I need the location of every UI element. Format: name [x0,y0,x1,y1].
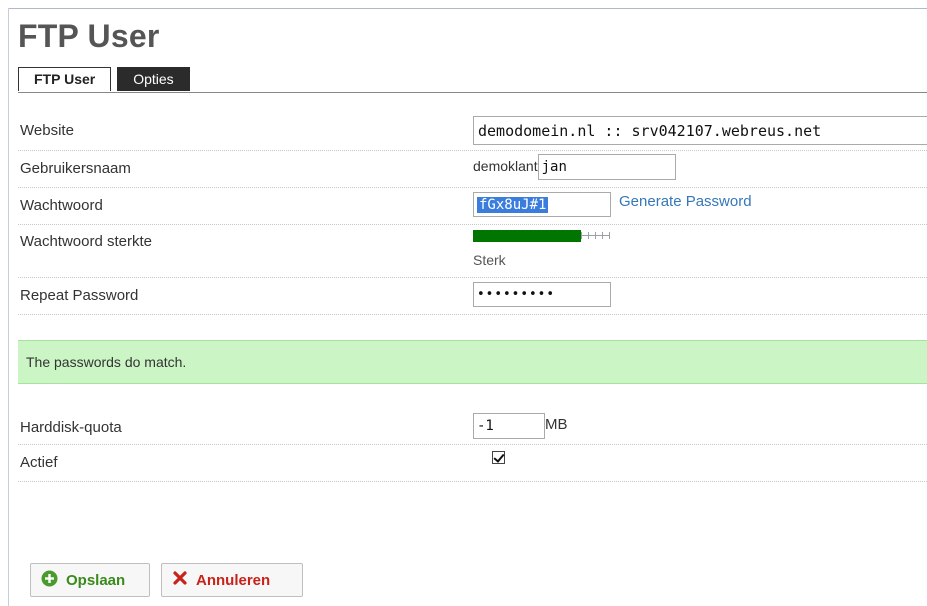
active-row: Actief [18,445,927,482]
page-title: FTP User [18,18,160,54]
cancel-button[interactable]: Annuleren [161,563,303,597]
save-button[interactable]: Opslaan [30,563,150,597]
generate-password-link[interactable]: Generate Password [619,193,752,210]
website-row: Website [18,114,927,151]
password-value: fGx8uJ#1 [477,196,549,213]
save-label: Opslaan [66,571,126,589]
repeat-password-label: Repeat Password [20,287,139,304]
tab-divider [18,92,927,93]
website-select[interactable] [473,116,927,145]
password-match-message: The passwords do match. [18,340,927,384]
strength-bar-remainder [581,232,610,239]
strength-bar [473,230,581,242]
quota-row: Harddisk-quota MB [18,410,927,445]
active-checkbox[interactable] [492,451,505,464]
tab-ftp-user[interactable]: FTP User [18,67,112,91]
plus-circle-icon [41,570,58,591]
strength-row: Wachtwoord sterkte Sterk [18,225,927,278]
username-label: Gebruikersnaam [20,160,131,177]
strength-text: Sterk [473,252,506,268]
frame-border-top [8,8,927,9]
quota-unit: MB [545,416,568,433]
password-row: Wachtwoord fGx8uJ#1 Generate Password [18,188,927,225]
tab-bar: FTP User Opties [18,67,190,92]
username-prefix: demoklant [473,158,538,174]
quota-input[interactable] [473,413,545,439]
tab-opties[interactable]: Opties [117,67,190,91]
repeat-password-row: Repeat Password ••••••••• [18,278,927,315]
repeat-password-input[interactable]: ••••••••• [473,282,611,307]
username-row: Gebruikersnaam demoklant [18,151,927,188]
password-label: Wachtwoord [20,197,103,214]
frame-border-left [8,8,9,606]
match-text: The passwords do match. [26,354,187,370]
cancel-label: Annuleren [196,571,271,589]
quota-label: Harddisk-quota [20,419,122,436]
strength-label: Wachtwoord sterkte [20,233,152,250]
password-input[interactable]: fGx8uJ#1 [473,192,611,217]
username-input[interactable] [537,154,676,180]
website-label: Website [20,122,74,139]
active-label: Actief [20,454,58,471]
close-icon [172,570,188,590]
